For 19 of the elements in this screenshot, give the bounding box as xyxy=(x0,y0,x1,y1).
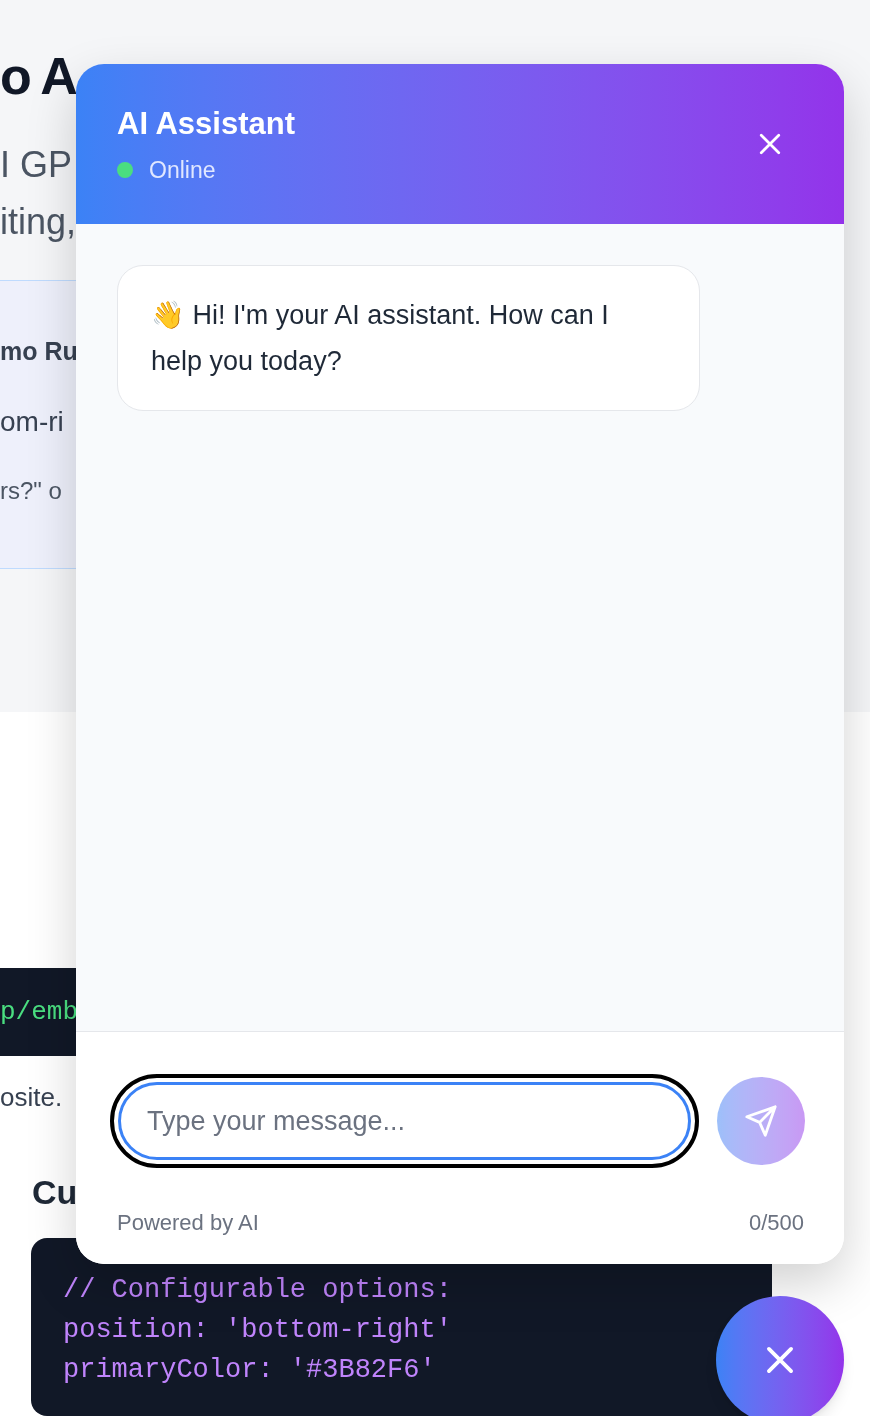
code-line: // Configurable options: xyxy=(63,1274,453,1308)
page-subtitle: iting, xyxy=(0,200,77,244)
demo-title: mo Ru xyxy=(0,336,78,367)
character-counter: 0/500 xyxy=(748,1209,804,1237)
embed-note: osite. xyxy=(0,1081,64,1115)
code-line: position: 'bottom-right' xyxy=(63,1314,453,1348)
page-subtitle: I GP xyxy=(0,143,73,187)
page-heading: o A xyxy=(0,46,76,107)
send-icon xyxy=(744,1104,778,1138)
footer-note: Powered by AI xyxy=(117,1209,259,1237)
message-bubble: 👋 Hi! I'm your AI assistant. How can I help you today? xyxy=(117,265,700,411)
demo-text: rs?" o xyxy=(0,475,62,506)
demo-text: om-ri xyxy=(0,404,64,439)
chat-title: AI Assistant xyxy=(117,104,295,143)
embed-code: p/emb xyxy=(0,995,78,1029)
section-heading: Cu xyxy=(32,1172,79,1214)
status-label: Online xyxy=(149,156,216,185)
message-input[interactable]: Type your message... xyxy=(110,1074,699,1168)
code-line: primaryColor: '#3B82F6' xyxy=(63,1354,437,1388)
